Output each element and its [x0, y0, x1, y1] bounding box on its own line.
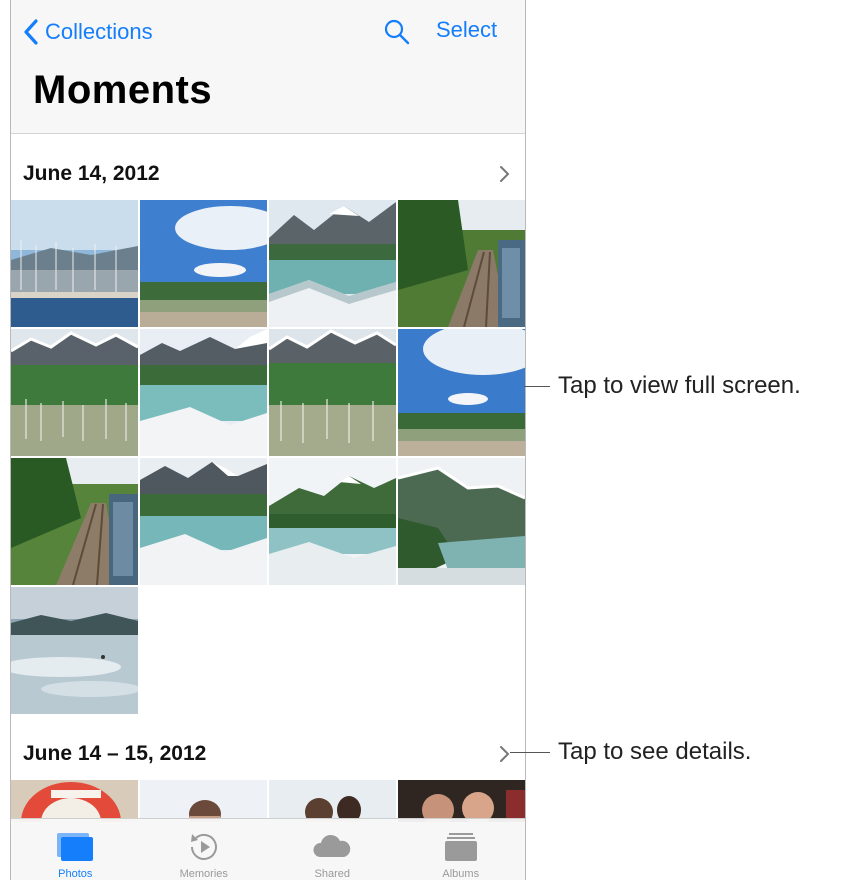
tab-memories[interactable]: Memories	[140, 819, 269, 880]
tab-bar: Photos Memories Shared Albums	[11, 818, 525, 880]
search-icon[interactable]	[383, 18, 411, 46]
tab-label: Photos	[58, 868, 93, 880]
moment-header[interactable]: June 14, 2012	[11, 150, 525, 200]
photo-thumbnail[interactable]	[269, 780, 396, 822]
photo-thumbnail[interactable]	[398, 200, 525, 327]
photo-thumbnail[interactable]	[11, 329, 138, 456]
photos-icon	[57, 833, 94, 861]
photo-thumbnail[interactable]	[11, 458, 138, 585]
navigation-bar: Collections Select Moments	[11, 0, 525, 134]
moment-date: June 14, 2012	[23, 162, 160, 185]
callout-text: Tap to view full screen.	[558, 372, 801, 399]
photo-thumbnail[interactable]	[140, 200, 267, 327]
photo-thumbnail[interactable]	[398, 780, 525, 822]
tab-albums[interactable]: Albums	[397, 819, 526, 880]
callout-text: Tap to see details.	[558, 738, 752, 765]
photo-thumbnail[interactable]	[11, 200, 138, 327]
back-button[interactable]: Collections	[21, 16, 153, 48]
moment-header[interactable]: June 14 – 15, 2012	[11, 730, 525, 780]
callout-line	[510, 751, 550, 753]
tab-label: Albums	[442, 868, 480, 880]
chevron-right-icon[interactable]	[497, 162, 513, 186]
tab-shared[interactable]: Shared	[268, 819, 397, 880]
photo-thumbnail[interactable]	[11, 587, 138, 714]
photo-thumbnail[interactable]	[140, 329, 267, 456]
select-button[interactable]: Select	[436, 17, 497, 43]
photo-thumbnail[interactable]	[11, 780, 138, 822]
photo-strip	[11, 780, 525, 822]
photo-thumbnail[interactable]	[269, 200, 396, 327]
albums-icon	[444, 833, 477, 861]
callout-full-screen: Tap to view full screen.	[524, 372, 801, 400]
cloud-icon	[313, 834, 351, 857]
tab-label: Shared	[314, 868, 350, 880]
back-label: Collections	[45, 19, 153, 44]
chevron-left-icon	[24, 19, 38, 45]
moment-date: June 14 – 15, 2012	[23, 742, 207, 765]
callout-line	[524, 385, 550, 387]
tab-label: Memories	[179, 868, 228, 880]
photo-thumbnail[interactable]	[398, 458, 525, 585]
callout-details: Tap to see details.	[510, 738, 751, 766]
photo-thumbnail[interactable]	[398, 329, 525, 456]
tab-photos[interactable]: Photos	[11, 819, 140, 880]
memories-icon	[190, 833, 217, 860]
page-title: Moments	[33, 68, 213, 112]
photo-thumbnail[interactable]	[269, 329, 396, 456]
photo-thumbnail[interactable]	[269, 458, 396, 585]
photo-thumbnail[interactable]	[140, 458, 267, 585]
phone-screen: Collections Select Moments June 14, 2012	[10, 0, 526, 880]
photo-thumbnail[interactable]	[140, 780, 267, 822]
